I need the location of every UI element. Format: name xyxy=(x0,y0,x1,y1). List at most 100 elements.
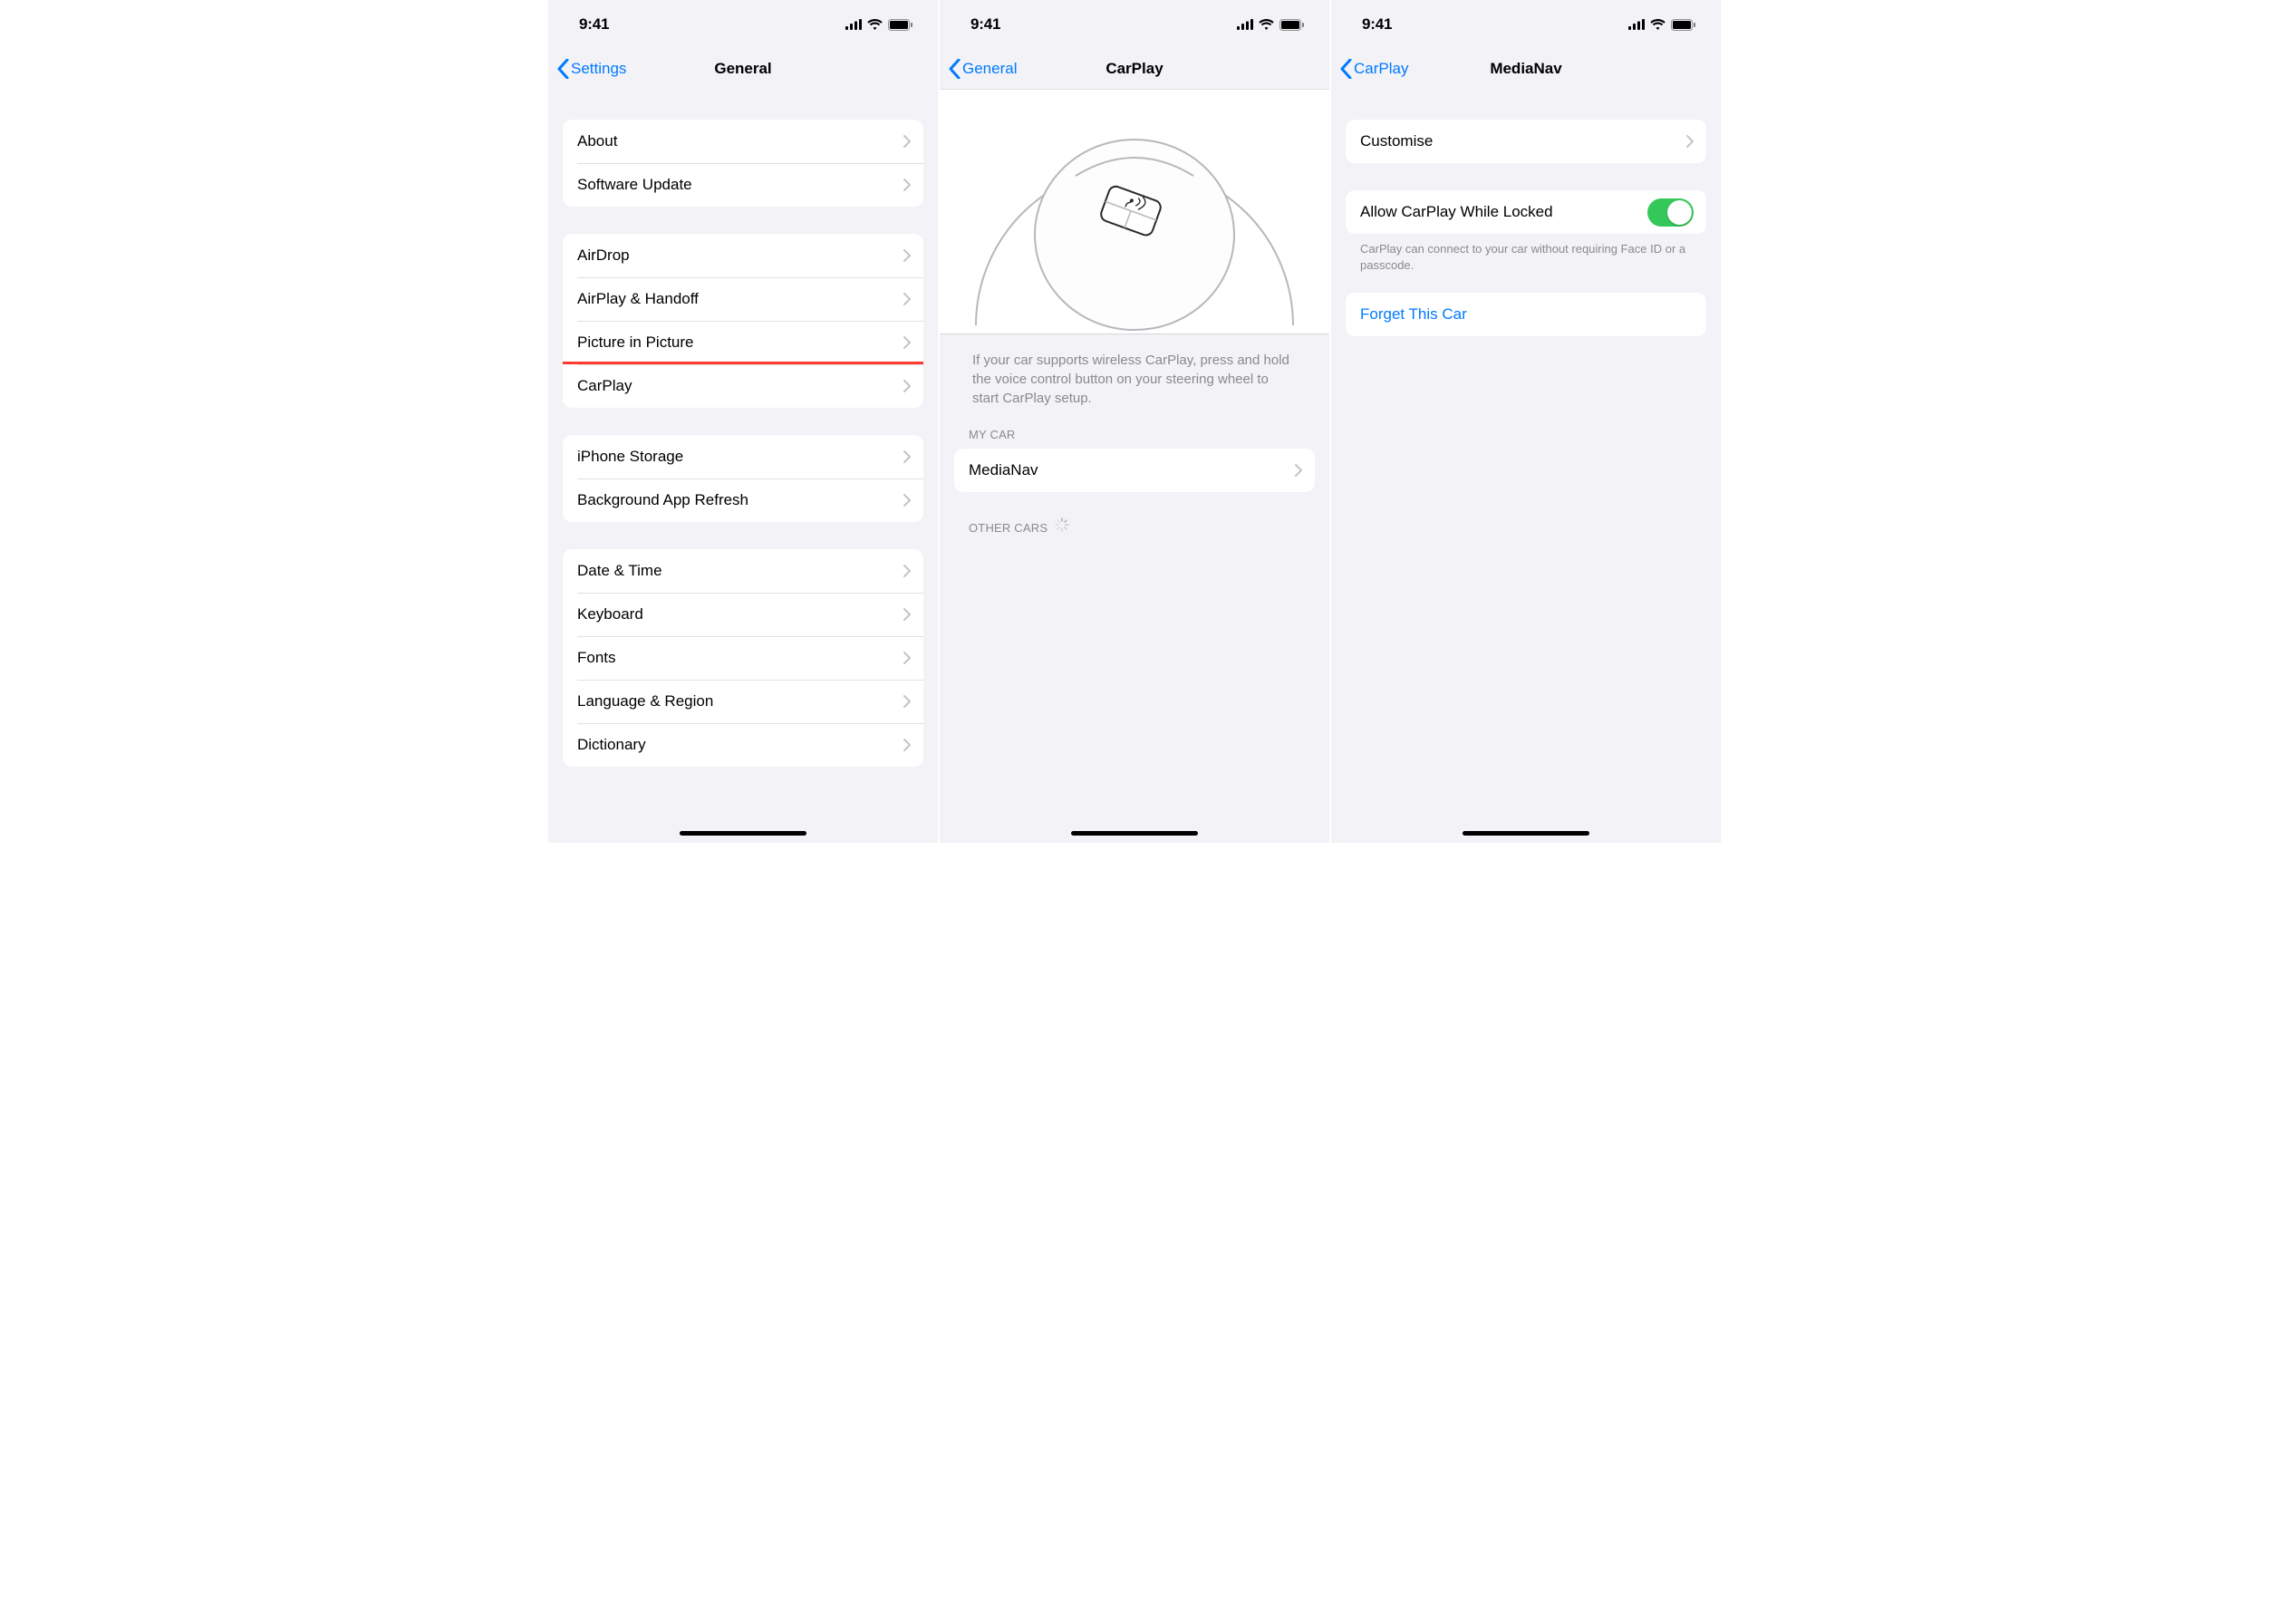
chevron-right-icon xyxy=(903,450,911,463)
row-date-time[interactable]: Date & Time xyxy=(563,549,923,593)
row-fonts[interactable]: Fonts xyxy=(563,636,923,680)
chevron-right-icon xyxy=(903,565,911,577)
settings-group: Date & Time Keyboard Fonts Language & Regio… xyxy=(563,549,923,767)
header-my-car: MY CAR xyxy=(954,428,1315,449)
chevron-left-icon xyxy=(949,59,961,79)
row-label: CarPlay xyxy=(577,377,903,395)
chevron-right-icon xyxy=(903,652,911,664)
status-time: 9:41 xyxy=(970,15,1000,34)
row-forget-car[interactable]: Forget This Car xyxy=(1346,293,1706,336)
toggle-allow-locked[interactable] xyxy=(1647,198,1694,227)
status-indicators xyxy=(1237,19,1304,31)
allow-footer: CarPlay can connect to your car without … xyxy=(1346,234,1706,273)
row-iphone-storage[interactable]: iPhone Storage xyxy=(563,435,923,478)
status-indicators xyxy=(1628,19,1695,31)
navbar: Settings General xyxy=(548,49,938,89)
row-keyboard[interactable]: Keyboard xyxy=(563,593,923,636)
wifi-icon xyxy=(1259,19,1274,30)
row-label: Background App Refresh xyxy=(577,491,903,509)
battery-icon xyxy=(888,19,912,31)
group-my-car: MediaNav xyxy=(954,449,1315,492)
chevron-right-icon xyxy=(903,739,911,751)
row-label: AirPlay & Handoff xyxy=(577,290,903,308)
chevron-right-icon xyxy=(903,336,911,349)
content: Customise Allow CarPlay While Locked Car… xyxy=(1331,89,1721,843)
home-indicator[interactable] xyxy=(1463,831,1589,836)
back-button[interactable]: CarPlay xyxy=(1340,59,1408,79)
row-about[interactable]: About xyxy=(563,120,923,163)
chevron-right-icon xyxy=(903,135,911,148)
steering-wheel-image xyxy=(940,90,1329,334)
status-time: 9:41 xyxy=(579,15,609,34)
wifi-icon xyxy=(867,19,883,30)
chevron-left-icon xyxy=(557,59,569,79)
setup-instruction: If your car supports wireless CarPlay, p… xyxy=(954,334,1315,415)
status-indicators xyxy=(845,19,912,31)
row-software-update[interactable]: Software Update xyxy=(563,163,923,207)
row-allow-locked[interactable]: Allow CarPlay While Locked xyxy=(1346,190,1706,234)
screen-medianav: 9:41 CarPlay MediaNav Customise xyxy=(1331,0,1721,843)
screen-general: 9:41 Settings General About Software Upda… xyxy=(548,0,938,843)
chevron-right-icon xyxy=(903,249,911,262)
screen-carplay: 9:41 General CarPlay xyxy=(940,0,1329,843)
row-background-app-refresh[interactable]: Background App Refresh xyxy=(563,478,923,522)
steering-wheel-illustration xyxy=(940,90,1329,334)
status-bar: 9:41 xyxy=(1331,0,1721,49)
back-label: General xyxy=(962,60,1017,78)
group-forget: Forget This Car xyxy=(1346,293,1706,336)
row-label: Keyboard xyxy=(577,605,903,624)
row-label: Allow CarPlay While Locked xyxy=(1360,203,1647,221)
back-button[interactable]: Settings xyxy=(557,59,626,79)
settings-group: iPhone Storage Background App Refresh xyxy=(563,435,923,522)
row-label: Software Update xyxy=(577,176,903,194)
row-label: Language & Region xyxy=(577,692,903,710)
cellular-icon xyxy=(1628,19,1645,30)
back-label: Settings xyxy=(571,60,626,78)
chevron-right-icon xyxy=(903,494,911,507)
row-medianav[interactable]: MediaNav xyxy=(954,449,1315,492)
cellular-icon xyxy=(1237,19,1253,30)
row-language-region[interactable]: Language & Region xyxy=(563,680,923,723)
status-bar: 9:41 xyxy=(548,0,938,49)
row-label: Customise xyxy=(1360,132,1686,150)
row-label: Picture in Picture xyxy=(577,334,903,352)
header-other-cars: OTHER CARS xyxy=(954,517,1315,542)
row-label: Date & Time xyxy=(577,562,903,580)
row-label: Fonts xyxy=(577,649,903,667)
row-label: About xyxy=(577,132,903,150)
chevron-left-icon xyxy=(1340,59,1352,79)
row-airplay-handoff[interactable]: AirPlay & Handoff xyxy=(563,277,923,321)
spinner-icon xyxy=(1055,517,1069,532)
chevron-right-icon xyxy=(1295,464,1302,477)
row-carplay[interactable]: CarPlay xyxy=(563,364,923,408)
settings-group: About Software Update xyxy=(563,120,923,207)
navbar: CarPlay MediaNav xyxy=(1331,49,1721,89)
cellular-icon xyxy=(845,19,862,30)
row-dictionary[interactable]: Dictionary xyxy=(563,723,923,767)
row-label: Forget This Car xyxy=(1360,305,1694,324)
chevron-right-icon xyxy=(903,179,911,191)
row-customise[interactable]: Customise xyxy=(1346,120,1706,163)
navbar: General CarPlay xyxy=(940,49,1329,89)
battery-icon xyxy=(1279,19,1304,31)
wifi-icon xyxy=(1650,19,1666,30)
group-customise: Customise xyxy=(1346,120,1706,163)
row-label: Dictionary xyxy=(577,736,903,754)
chevron-right-icon xyxy=(903,695,911,708)
row-picture-in-picture[interactable]: Picture in Picture xyxy=(563,321,923,364)
chevron-right-icon xyxy=(903,380,911,392)
chevron-right-icon xyxy=(903,608,911,621)
back-label: CarPlay xyxy=(1354,60,1408,78)
status-bar: 9:41 xyxy=(940,0,1329,49)
row-label: MediaNav xyxy=(969,461,1295,479)
status-time: 9:41 xyxy=(1362,15,1392,34)
row-airdrop[interactable]: AirDrop xyxy=(563,234,923,277)
home-indicator[interactable] xyxy=(680,831,806,836)
content: About Software Update AirDrop AirPlay & Han… xyxy=(548,89,938,843)
chevron-right-icon xyxy=(1686,135,1694,148)
back-button[interactable]: General xyxy=(949,59,1017,79)
row-label: AirDrop xyxy=(577,246,903,265)
battery-icon xyxy=(1671,19,1695,31)
home-indicator[interactable] xyxy=(1071,831,1198,836)
chevron-right-icon xyxy=(903,293,911,305)
